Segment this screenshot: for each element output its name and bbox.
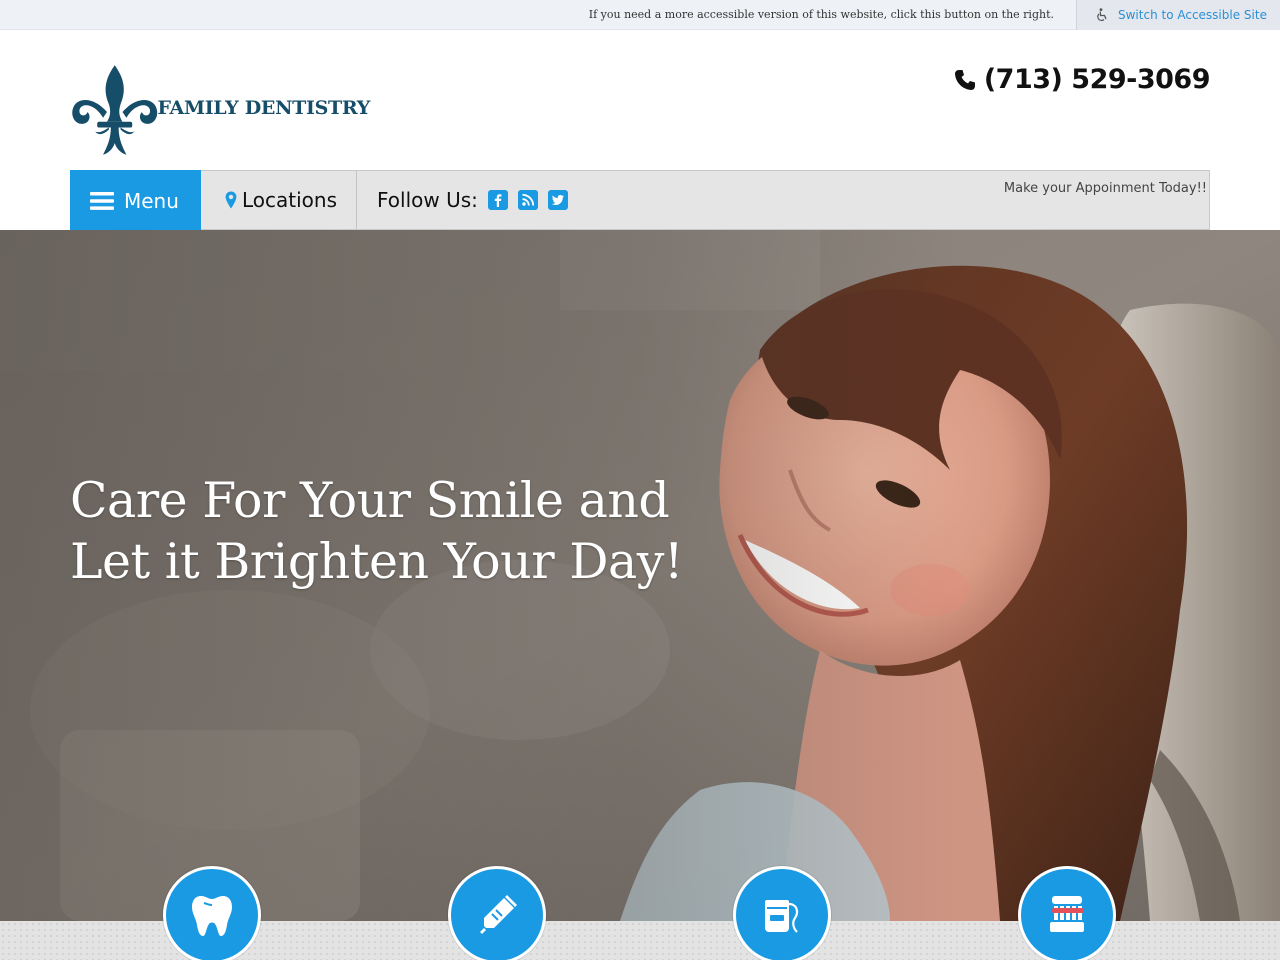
locations-label: Locations [242, 188, 338, 212]
phone-icon [954, 69, 975, 90]
menu-button[interactable]: Menu [70, 170, 201, 231]
hero-title-line-1: Care For Your Smile and [70, 472, 670, 529]
fleur-de-lis-icon [72, 65, 158, 155]
floss-icon [765, 900, 799, 933]
twitter-icon[interactable] [547, 190, 568, 210]
phone-link[interactable]: (713) 529-3069 [954, 64, 1211, 95]
facebook-icon[interactable] [487, 190, 508, 210]
hero-banner: Care For Your Smile and Let it Brighten … [0, 230, 1280, 921]
logo-text: FAMILY DENTISTRY [157, 97, 370, 119]
accessibility-message: If you need a more accessible version of… [588, 8, 1054, 21]
follow-us-label: Follow Us: [377, 188, 478, 212]
tooth-icon [192, 896, 232, 936]
toothbrush-icon [1050, 896, 1084, 932]
hamburger-icon [90, 191, 114, 210]
wheelchair-icon [1097, 8, 1107, 22]
appointment-cta[interactable]: Make your Appoinment Today!! [1004, 181, 1207, 196]
rss-icon[interactable] [517, 190, 538, 210]
service-tooth-button[interactable] [163, 866, 261, 960]
phone-number: (713) 529-3069 [983, 64, 1211, 95]
service-toothbrush-button[interactable] [1018, 866, 1116, 960]
service-toothpaste-button[interactable] [448, 866, 546, 960]
menu-label: Menu [124, 188, 179, 213]
map-pin-icon [225, 191, 237, 209]
toothpaste-icon [480, 895, 517, 934]
hero-title-line-2: Let it Brighten Your Day! [70, 533, 684, 590]
main-navbar: Menu Locations Follow Us: Make your Appo… [70, 170, 1210, 231]
follow-us: Follow Us: [377, 171, 568, 229]
switch-accessible-site-label: Switch to Accessible Site [1118, 8, 1267, 22]
hero-title: Care For Your Smile and Let it Brighten … [70, 470, 710, 592]
locations-link[interactable]: Locations [201, 171, 357, 229]
site-logo[interactable]: FAMILY DENTISTRY [70, 62, 370, 160]
service-floss-button[interactable] [733, 866, 831, 960]
switch-accessible-site-button[interactable]: Switch to Accessible Site [1076, 0, 1280, 30]
accessibility-bar: If you need a more accessible version of… [0, 0, 1280, 30]
